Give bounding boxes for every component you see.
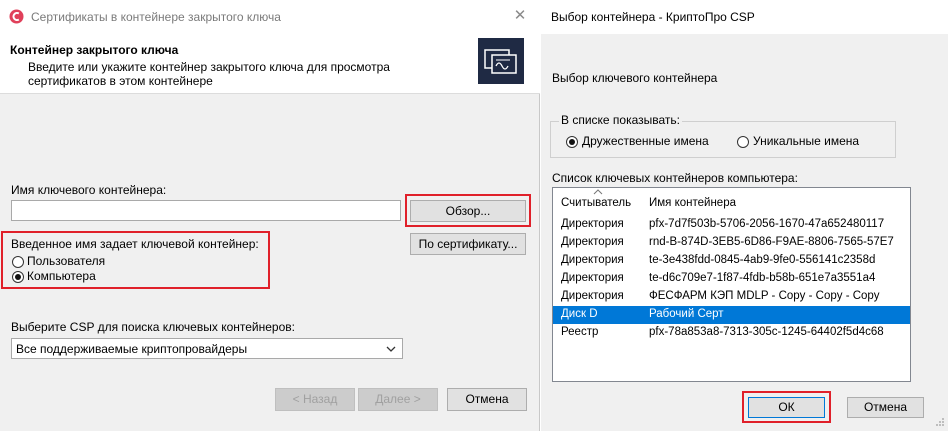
list-item[interactable]: Директория pfx-7d7f503b-5706-2056-1670-4… [553, 216, 910, 234]
header-subtitle: Введите или укажите контейнер закрытого … [28, 60, 448, 88]
browse-button[interactable]: Обзор... [410, 200, 526, 222]
list-item-selected[interactable]: Диск D Рабочий Серт [553, 306, 910, 324]
close-icon[interactable]: ✕ [509, 5, 531, 27]
csp-select-value: Все поддерживаемые криптопровайдеры [16, 342, 248, 356]
csp-label: Выберите CSP для поиска ключевых контейн… [11, 320, 295, 334]
ok-button[interactable]: ОК [748, 397, 825, 418]
column-header-reader[interactable]: Считыватель [561, 197, 631, 209]
column-header-container[interactable]: Имя контейнера [649, 197, 736, 209]
row-reader: Директория [561, 254, 624, 266]
row-container: pfx-7d7f503b-5706-2056-1670-47a652480117 [649, 218, 885, 230]
back-button[interactable]: < Назад [275, 388, 355, 411]
row-reader: Директория [561, 290, 624, 302]
chevron-down-icon [386, 346, 396, 352]
header-title: Контейнер закрытого ключа [10, 43, 179, 57]
radio-friendly-label[interactable]: Дружественные имена [582, 134, 709, 148]
list-item[interactable]: Реестр pfx-78a853a8-7313-305c-1245-64402… [553, 324, 910, 342]
row-container: ФЕСФАРМ КЭП MDLP - Copy - Copy - Copy [649, 290, 880, 302]
radio-friendly-names[interactable] [566, 136, 578, 148]
list-item[interactable]: Директория ФЕСФАРМ КЭП MDLP - Copy - Cop… [553, 288, 910, 306]
container-name-label: Имя ключевого контейнера: [11, 183, 167, 197]
radio-user-label[interactable]: Пользователя [27, 254, 105, 268]
section-label: Выбор ключевого контейнера [552, 71, 718, 85]
key-scope-label: Введенное имя задает ключевой контейнер: [11, 237, 259, 251]
row-reader: Директория [561, 218, 624, 230]
cancel-button[interactable]: Отмена [447, 388, 527, 411]
select-container-dialog: Выбор контейнера - КриптоПро CSP Выбор к… [541, 0, 948, 431]
row-container: pfx-78a853a8-7313-305c-1245-64402f5d4c68 [649, 326, 884, 338]
row-container: te-3e438fdd-0845-4ab9-9fe0-556141c2358d [649, 254, 876, 266]
window-title: Сертификаты в контейнере закрытого ключа [31, 10, 281, 24]
container-list-label: Список ключевых контейнеров компьютера: [552, 171, 798, 185]
next-button[interactable]: Далее > [358, 388, 438, 411]
container-list[interactable]: Считыватель Имя контейнера Директория pf… [552, 187, 911, 382]
list-item[interactable]: Директория te-3e438fdd-0845-4ab9-9fe0-55… [553, 252, 910, 270]
row-container: Рабочий Серт [649, 308, 724, 320]
radio-computer[interactable] [12, 271, 24, 283]
cancel-button[interactable]: Отмена [847, 397, 924, 418]
certificate-header-icon [478, 38, 524, 84]
show-group-label: В списке показывать: [559, 113, 683, 127]
radio-user[interactable] [12, 256, 24, 268]
row-reader: Реестр [561, 326, 599, 338]
radio-unique-label[interactable]: Уникальные имена [753, 134, 859, 148]
window-title: Выбор контейнера - КриптоПро CSP [551, 10, 755, 24]
header-subtitle-line-1: Введите или укажите контейнер закрытого … [28, 60, 390, 74]
list-item[interactable]: Директория te-d6c709e7-1f87-4fdb-b58b-65… [553, 270, 910, 288]
csp-select[interactable]: Все поддерживаемые криптопровайдеры [11, 338, 403, 359]
resize-grip-icon[interactable] [935, 417, 945, 427]
row-reader: Диск D [561, 308, 598, 320]
row-reader: Директория [561, 272, 624, 284]
radio-computer-label[interactable]: Компьютера [27, 269, 96, 283]
container-name-input[interactable] [11, 200, 401, 221]
certificates-in-container-dialog: Сертификаты в контейнере закрытого ключа… [0, 0, 540, 431]
radio-unique-names[interactable] [737, 136, 749, 148]
row-container: rnd-B-874D-3EB5-6D86-F9AE-8806-7565-57E7 [649, 236, 894, 248]
row-container: te-d6c709e7-1f87-4fdb-b58b-651e7a3551a4 [649, 272, 876, 284]
row-reader: Директория [561, 236, 624, 248]
sort-ascending-icon [593, 189, 603, 195]
header-subtitle-line-2: сертификатов в этом контейнере [28, 74, 213, 88]
cryptopro-app-icon [9, 9, 24, 24]
by-certificate-button[interactable]: По сертификату... [410, 233, 526, 255]
list-item[interactable]: Директория rnd-B-874D-3EB5-6D86-F9AE-880… [553, 234, 910, 252]
